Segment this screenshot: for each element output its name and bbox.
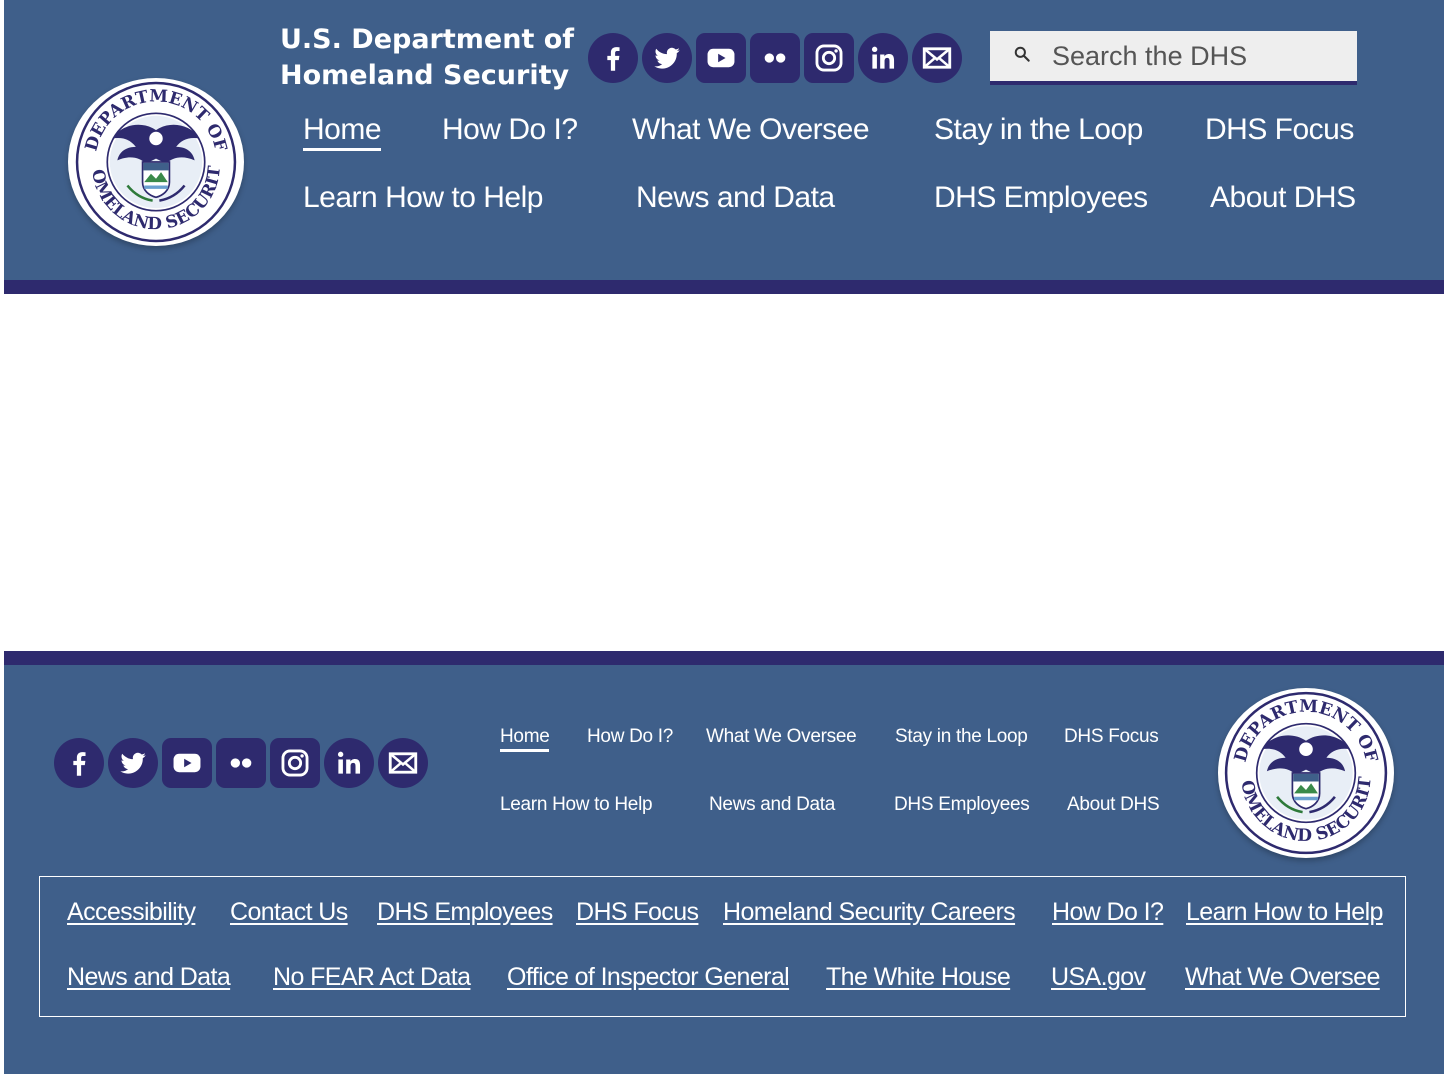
footer-social-links [54,738,428,788]
flickr-icon[interactable] [216,738,266,788]
youtube-icon[interactable] [696,33,746,83]
nav-news-and-data[interactable]: News and Data [636,180,835,216]
footer-nav-news-and-data[interactable]: News and Data [709,793,835,817]
search-icon[interactable] [1012,44,1032,64]
footer-divider [4,651,1444,665]
footer-link-how-do-i[interactable]: How Do I? [1052,897,1164,927]
facebook-icon[interactable] [54,738,104,788]
footer-nav-how-do-i[interactable]: How Do I? [587,725,673,749]
youtube-icon[interactable] [162,738,212,788]
instagram-icon[interactable] [804,33,854,83]
footer-link-accessibility[interactable]: Accessibility [67,897,196,927]
footer-link-no-fear-act-data[interactable]: No FEAR Act Data [273,962,471,992]
nav-dhs-employees[interactable]: DHS Employees [934,180,1148,216]
nav-stay-in-the-loop[interactable]: Stay in the Loop [934,112,1143,148]
facebook-icon[interactable] [588,33,638,83]
footer-nav-learn-how-to-help[interactable]: Learn How to Help [500,793,653,817]
linkedin-icon[interactable] [324,738,374,788]
nav-learn-how-to-help[interactable]: Learn How to Help [303,180,543,216]
nav-dhs-focus[interactable]: DHS Focus [1205,112,1354,148]
twitter-icon[interactable] [108,738,158,788]
nav-home[interactable]: Home [303,112,382,151]
footer-link-office-of-inspector-general[interactable]: Office of Inspector General [507,962,790,992]
footer-nav-stay-in-the-loop[interactable]: Stay in the Loop [895,725,1028,749]
footer-link-dhs-focus[interactable]: DHS Focus [576,897,699,927]
search-input[interactable] [1052,31,1342,81]
site-title-line-2: Homeland Security [280,60,570,91]
footer-link-what-we-oversee[interactable]: What We Oversee [1185,962,1380,992]
footer-link-usa-gov[interactable]: USA.gov [1051,962,1146,992]
site-title-line-1: U.S. Department of [280,24,575,55]
nav-about-dhs[interactable]: About DHS [1210,180,1356,216]
main-content [4,294,1444,651]
site-title[interactable]: U.S. Department of Homeland Security [280,22,574,94]
footer-link-news-and-data[interactable]: News and Data [67,962,231,992]
footer-nav-home[interactable]: Home [500,725,550,752]
footer-nav-about-dhs[interactable]: About DHS [1067,793,1160,817]
footer-link-homeland-security-careers[interactable]: Homeland Security Careers [723,897,1016,927]
linkedin-icon[interactable] [858,33,908,83]
nav-what-we-oversee[interactable]: What We Oversee [632,112,870,148]
footer-link-the-white-house[interactable]: The White House [826,962,1011,992]
footer-link-dhs-employees[interactable]: DHS Employees [377,897,553,927]
footer-link-learn-how-to-help[interactable]: Learn How to Help [1186,897,1383,927]
twitter-icon[interactable] [642,33,692,83]
footer-nav-what-we-oversee[interactable]: What We Oversee [706,725,857,749]
header-divider [4,280,1444,294]
footer-nav-dhs-focus[interactable]: DHS Focus [1064,725,1159,749]
flickr-icon[interactable] [750,33,800,83]
email-icon[interactable] [912,33,962,83]
header-social-links [588,33,962,83]
footer-link-contact-us[interactable]: Contact Us [230,897,348,927]
instagram-icon[interactable] [270,738,320,788]
email-icon[interactable] [378,738,428,788]
footer-nav-dhs-employees[interactable]: DHS Employees [894,793,1030,817]
dhs-seal-logo[interactable]: DEPARTMENT OF HOMELAND SECURITY [1218,688,1394,858]
dhs-seal-logo[interactable]: DEPARTMENT OF HOMELAND SECURITY [68,78,244,246]
search-box[interactable] [990,31,1357,85]
nav-how-do-i[interactable]: How Do I? [442,112,578,148]
